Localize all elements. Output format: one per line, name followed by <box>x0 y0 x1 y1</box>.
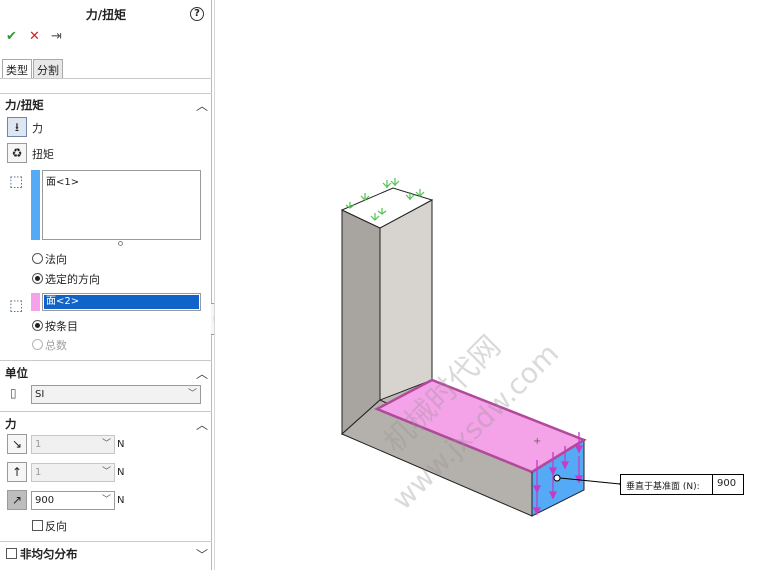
force-field-3-unit: N <box>117 495 125 506</box>
total-radio-label[interactable]: 总数 <box>45 337 67 353</box>
units-ruler-icon: ▯ <box>10 386 17 400</box>
section-divider <box>0 541 212 542</box>
resize-handle[interactable] <box>118 241 123 246</box>
torque-type-icon[interactable]: ♻ <box>7 143 27 163</box>
reverse-checkbox-label[interactable]: 反向 <box>45 518 67 534</box>
chevron-down-icon: ﹀ <box>101 467 111 477</box>
normal-radio[interactable] <box>32 253 43 264</box>
list-item-selected[interactable]: 面<2> <box>44 295 199 309</box>
section-divider <box>0 360 212 361</box>
force-field-3[interactable]: 900 ﹀ <box>31 491 115 510</box>
graphics-viewport[interactable]: + 机械时代网 www.jxsdw.com 垂直于基准面 (N): 900 <box>214 0 760 570</box>
section-divider <box>0 411 212 412</box>
reverse-checkbox[interactable] <box>32 520 43 531</box>
svg-text:+: + <box>533 436 541 447</box>
collapse-chevron-icon[interactable]: ︿ <box>196 97 208 114</box>
section-title-force[interactable]: 力 <box>5 416 17 432</box>
chevron-down-icon: ﹀ <box>187 389 197 399</box>
per-item-radio[interactable] <box>32 320 43 331</box>
direction-face-icon: ⬚ <box>9 296 24 314</box>
total-radio[interactable] <box>32 339 43 350</box>
tab-divider <box>0 78 212 79</box>
face-selection-icon: ⬚ <box>9 172 24 190</box>
selection-color-swatch-blue <box>31 170 40 240</box>
list-item[interactable]: 面<1> <box>46 173 79 188</box>
nonuniform-checkbox[interactable] <box>6 548 17 559</box>
selection-color-swatch-pink <box>31 293 40 311</box>
expand-chevron-icon[interactable]: ﹀ <box>196 546 208 563</box>
selected-direction-radio[interactable] <box>32 273 43 284</box>
force-field-1-value: 1 <box>35 439 42 450</box>
unit-system-select[interactable]: SI ﹀ <box>31 385 201 404</box>
force-type-icon[interactable]: ⭳ <box>7 117 27 137</box>
callout-value-field[interactable]: 900 <box>712 474 745 495</box>
force-field-2-value: 1 <box>35 467 42 478</box>
section-title-units[interactable]: 单位 <box>5 365 28 381</box>
direction-selection-box[interactable]: 面<2> <box>42 293 201 311</box>
chevron-down-icon: ﹀ <box>101 439 111 449</box>
section-title-nonuniform[interactable]: 非均匀分布 <box>20 546 78 562</box>
force-callout[interactable]: 垂直于基准面 (N): 900 <box>620 474 744 495</box>
help-icon[interactable]: ? <box>190 7 204 21</box>
faces-selection-box[interactable]: 面<1> <box>42 170 201 240</box>
torque-option-label[interactable]: 扭矩 <box>32 146 54 162</box>
direction-1-icon[interactable]: ↘ <box>7 434 27 454</box>
chevron-down-icon: ﹀ <box>101 495 111 505</box>
collapse-chevron-icon[interactable]: ︿ <box>196 365 208 382</box>
section-divider <box>0 93 212 94</box>
normal-radio-label[interactable]: 法向 <box>45 251 67 267</box>
selected-direction-radio-label[interactable]: 选定的方向 <box>45 271 100 287</box>
panel-title: 力/扭矩 <box>85 8 127 22</box>
section-title-force-torque[interactable]: 力/扭矩 <box>5 97 44 113</box>
force-option-label[interactable]: 力 <box>32 120 43 136</box>
tab-split[interactable]: 分割 <box>33 59 63 78</box>
collapse-chevron-icon[interactable]: ︿ <box>196 416 208 433</box>
ok-check-icon[interactable]: ✔ <box>6 29 17 44</box>
force-field-2[interactable]: 1 ﹀ <box>31 463 115 482</box>
callout-label: 垂直于基准面 (N): <box>626 482 700 492</box>
force-field-1-unit: N <box>117 439 125 450</box>
cancel-close-icon[interactable]: ✕ <box>29 29 40 44</box>
tab-type[interactable]: 类型 <box>2 59 32 78</box>
property-manager-panel: 力/扭矩 ? ✔ ✕ ⇥ 类型 分割 力/扭矩 ︿ ⭳ 力 ♻ 扭矩 ⬚ 面<1… <box>0 0 212 570</box>
direction-3-icon[interactable]: ↗ <box>7 490 27 510</box>
unit-system-value: SI <box>35 389 45 400</box>
pushpin-icon[interactable]: ⇥ <box>51 29 62 44</box>
force-field-1[interactable]: 1 ﹀ <box>31 435 115 454</box>
column-left-face <box>341 209 381 436</box>
force-field-2-unit: N <box>117 467 125 478</box>
force-field-3-value: 900 <box>35 495 55 506</box>
per-item-radio-label[interactable]: 按条目 <box>45 318 78 334</box>
direction-2-icon[interactable]: ↑ <box>7 462 27 482</box>
